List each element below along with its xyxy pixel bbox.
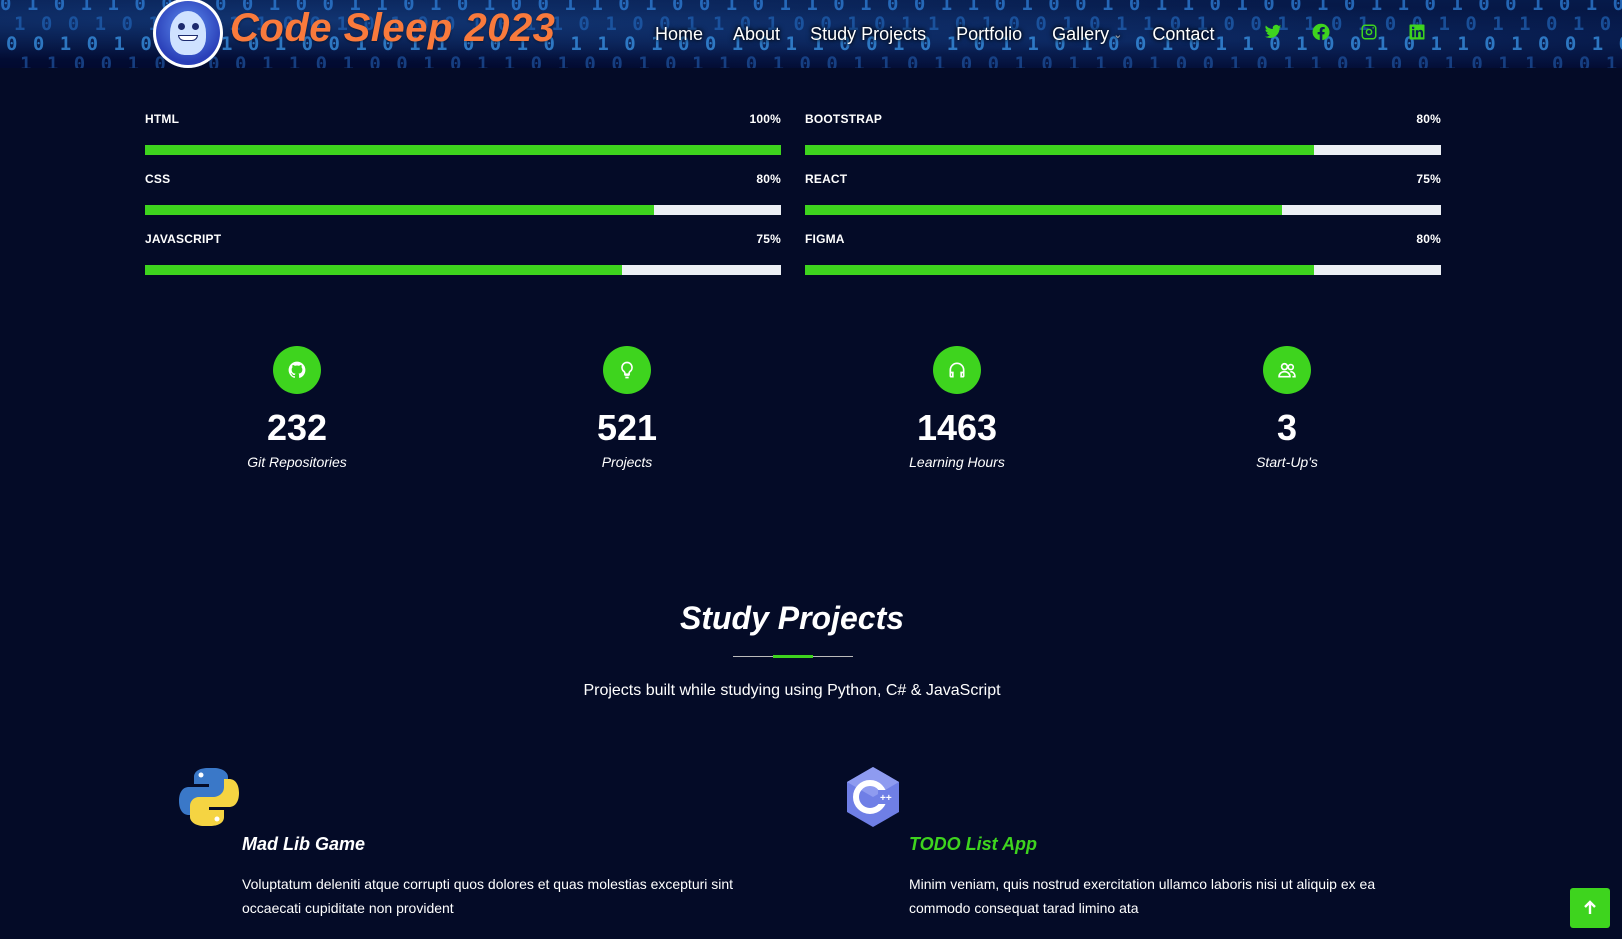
stat-number: 232	[266, 407, 328, 448]
nav-gallery-label: Gallery	[1052, 23, 1110, 44]
stat-learning-hours: 1463 Learning Hours	[857, 346, 1057, 470]
skill-name: REACT	[805, 172, 848, 186]
skill-progress-fill	[805, 205, 1282, 215]
instagram-icon[interactable]	[1359, 22, 1379, 42]
nav-gallery[interactable]: Gallery ⌄	[1052, 24, 1122, 45]
back-to-top-button[interactable]	[1570, 888, 1610, 928]
stat-git-repositories: 232 Git Repositories	[197, 346, 397, 470]
social-links	[1263, 22, 1455, 42]
skill-bootstrap: BOOTSTRAP 80%	[805, 112, 1441, 155]
skill-html: HTML 100%	[145, 112, 781, 155]
main-nav: Home About Study Projects Portfolio Gall…	[655, 20, 1244, 48]
skill-name: JAVASCRIPT	[145, 232, 222, 246]
skill-css: CSS 80%	[145, 172, 781, 215]
chevron-down-icon: ⌄	[1113, 28, 1123, 41]
site-logo[interactable]	[153, 0, 223, 68]
skill-react: REACT 75%	[805, 172, 1441, 215]
nav-home[interactable]: Home	[655, 24, 703, 45]
stat-number: 3	[1276, 407, 1298, 448]
skill-progress-fill	[145, 265, 622, 275]
project-title[interactable]: Mad Lib Game	[242, 834, 365, 855]
shark-mascot-icon	[156, 1, 220, 65]
svg-text:++: ++	[880, 793, 892, 804]
people-icon	[1263, 346, 1311, 394]
skill-percent: 75%	[756, 232, 781, 246]
arrow-up-icon	[1584, 900, 1596, 914]
stat-label: Start-Up's	[1256, 454, 1318, 470]
skill-name: CSS	[145, 172, 171, 186]
stat-label: Learning Hours	[909, 454, 1005, 470]
project-title[interactable]: TODO List App	[909, 834, 1037, 855]
skill-percent: 75%	[1416, 172, 1441, 186]
skill-progress-fill	[145, 145, 781, 155]
nav-study-projects[interactable]: Study Projects	[810, 24, 926, 45]
skill-progress-fill	[805, 145, 1314, 155]
skill-progress-bar	[145, 265, 781, 275]
facebook-icon[interactable]	[1311, 22, 1331, 42]
nav-contact[interactable]: Contact	[1152, 24, 1214, 45]
stat-startups: 3 Start-Up's	[1187, 346, 1387, 470]
stat-projects: 521 Projects	[527, 346, 727, 470]
cpp-logo-icon: ++	[845, 766, 901, 828]
section-subtitle: Projects built while studying using Pyth…	[583, 682, 1001, 699]
project-description: Voluptatum deleniti atque corrupti quos …	[242, 876, 734, 916]
stat-label: Git Repositories	[247, 454, 347, 470]
section-divider	[733, 655, 853, 658]
skill-progress-bar	[805, 205, 1441, 215]
skill-percent: 100%	[749, 112, 781, 126]
project-description: Minim veniam, quis nostrud exercitation …	[909, 876, 1376, 916]
skill-percent: 80%	[756, 172, 781, 186]
skill-name: HTML	[145, 112, 180, 126]
headset-icon	[933, 346, 981, 394]
lightbulb-icon	[603, 346, 651, 394]
site-header: 0 1 0 1 1 0 0 1 0 0 1 0 0 1 1 0 1 0 1 0 …	[0, 0, 1622, 68]
skill-progress-fill	[805, 265, 1314, 275]
skill-progress-fill	[145, 205, 654, 215]
linkedin-icon[interactable]	[1407, 22, 1427, 42]
skill-progress-bar	[145, 145, 781, 155]
twitter-icon[interactable]	[1263, 22, 1283, 42]
skill-progress-bar	[805, 145, 1441, 155]
skill-percent: 80%	[1416, 232, 1441, 246]
skill-progress-bar	[145, 205, 781, 215]
stat-number: 521	[596, 407, 658, 448]
skill-javascript: JAVASCRIPT 75%	[145, 232, 781, 275]
stat-number: 1463	[916, 407, 998, 448]
section-title: Study Projects	[679, 600, 905, 636]
github-icon	[273, 346, 321, 394]
nav-about[interactable]: About	[733, 24, 780, 45]
brand-name[interactable]: Code Sleep 2023	[230, 6, 555, 51]
skill-name: BOOTSTRAP	[805, 112, 883, 126]
python-logo-icon	[178, 766, 240, 828]
skill-name: FIGMA	[805, 232, 845, 246]
stat-label: Projects	[601, 454, 653, 470]
skill-progress-bar	[805, 265, 1441, 275]
skill-figma: FIGMA 80%	[805, 232, 1441, 275]
nav-portfolio[interactable]: Portfolio	[956, 24, 1022, 45]
skill-percent: 80%	[1416, 112, 1441, 126]
